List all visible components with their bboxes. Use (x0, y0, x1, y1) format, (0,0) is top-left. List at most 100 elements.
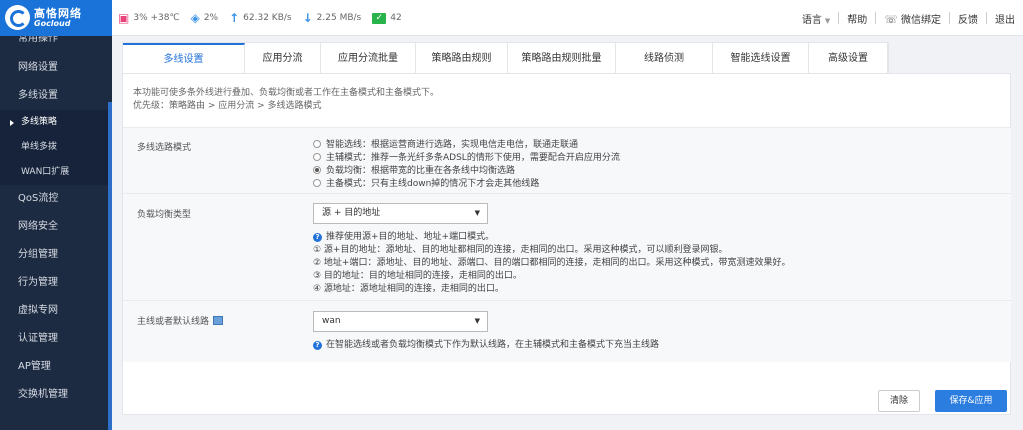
sidebar-item-multiline[interactable]: 多线设置 (0, 82, 112, 110)
sidebar-item-network[interactable]: 网络设置 (0, 54, 112, 82)
default-line-help-line: ? 在智能选线或者负载均衡模式下作为默认线路，在主辅模式和主备模式下充当主线路 (313, 339, 659, 352)
balance-help-line: ② 地址+端口：源地址、目的地址、源端口、目的端口都相同的连接，走相同的出口。采… (313, 258, 791, 268)
default-line-help-text: 在智能选线或者负载均衡模式下作为默认线路，在主辅模式和主备模式下充当主线路 (326, 340, 660, 350)
sidebar-item-common[interactable]: 常用操作 (0, 36, 112, 54)
tab-bar: 多线设置 应用分流 应用分流批量 策略路由规则 策略路由规则批量 线路侦测 智能… (122, 42, 889, 74)
chevron-down-icon: ▼ (824, 16, 831, 25)
sidebar-item-security[interactable]: 网络安全 (0, 213, 112, 241)
balance-help-line: ④ 源地址：源地址相同的连接，走相同的出口。 (313, 284, 504, 294)
save-apply-button[interactable]: 保存&应用 (935, 390, 1007, 412)
cpu-value: 3% +38℃ (133, 13, 180, 23)
balance-type-value: 源 + 目的地址 (322, 208, 381, 218)
upload-stat: ↑ 62.32 KB/s (229, 12, 292, 24)
wechat-bind-link[interactable]: ☏ 微信绑定 (876, 11, 949, 26)
balance-type-label: 负载均衡类型 (137, 210, 192, 220)
default-line-label-wrap: 主线或者默认线路 (137, 314, 224, 327)
balance-help-line: 推荐使用源+目的地址、地址+端口模式。 (326, 232, 495, 242)
clear-button[interactable]: 清除 (878, 390, 920, 412)
select-arrow-icon: ▼ (474, 317, 480, 325)
memory-stat: ◈ 2% (191, 12, 219, 24)
top-bar: 高恪网络 Gocloud ▣ 3% +38℃ ◈ 2% ↑ 62.32 KB/s… (0, 0, 1023, 36)
gocloud-logo-icon (5, 5, 30, 30)
tab-app-split-batch[interactable]: 应用分流批量 (321, 43, 416, 74)
radio-button[interactable] (313, 178, 321, 187)
mode-option-label: 负载均衡：根据带宽的比重在各条线中均衡选路 (326, 166, 516, 176)
default-line-value: wan (322, 316, 341, 326)
download-arrow-icon: ↓ (302, 11, 313, 25)
select-arrow-icon: ▼ (474, 209, 480, 217)
default-line-select[interactable]: wan ▼ (313, 311, 488, 332)
sidebar-item-switch[interactable]: 交换机管理 (0, 381, 112, 409)
balance-help-line: ③ 目的地址：目的地址相同的连接，走相同的出口。 (313, 271, 522, 281)
radio-button-selected[interactable] (313, 165, 321, 174)
memory-icon: ◈ (190, 11, 200, 25)
top-nav: 语言 ▼ 帮助 ☏ 微信绑定 反馈 退出 (794, 0, 1023, 36)
row-background (123, 301, 1011, 362)
tab-line-detection[interactable]: 线路侦测 (616, 43, 713, 74)
default-line-label: 主线或者默认线路 (137, 317, 210, 327)
download-stat: ↓ 2.25 MB/s (303, 12, 362, 24)
mode-option-primary-backup[interactable]: 主备模式：只有主线down掉的情况下才会走其他线路 (313, 176, 620, 189)
cpu-stat: ▣ 3% +38℃ (118, 12, 180, 24)
radio-button[interactable] (313, 152, 321, 161)
sidebar: 常用操作 网络设置 多线设置 多线策略 单线多拨 WAN口扩展 QoS流控 网络… (0, 36, 112, 430)
sidebar-subitem-multiline-policy[interactable]: 多线策略 (0, 110, 112, 135)
sidebar-subitem-single-multi-dial[interactable]: 单线多拨 (0, 135, 112, 160)
wechat-icon: ☏ (884, 12, 898, 26)
upload-arrow-icon: ↑ (229, 11, 240, 25)
intro-line-1: 本功能可使多条外线进行叠加、负载均衡或者工作在主备模式和主备模式下。 (133, 88, 440, 98)
help-link[interactable]: 帮助 (839, 11, 875, 26)
tab-smart-selection[interactable]: 智能选线设置 (713, 43, 809, 74)
mode-option-smart[interactable]: 智能选线：根据运营商进行选路，实现电信走电信，联通走联通 (313, 137, 620, 150)
radio-button[interactable] (313, 139, 321, 148)
tab-policy-routing[interactable]: 策略路由规则 (416, 43, 508, 74)
form-area: 多线选路模式 智能选线：根据运营商进行选路，实现电信走电信，联通走联通 主辅模式… (123, 127, 1011, 417)
sidebar-item-qos[interactable]: QoS流控 (0, 185, 112, 213)
sidebar-item-auth[interactable]: 认证管理 (0, 325, 112, 353)
sidebar-subitem-wan-expand[interactable]: WAN口扩展 (0, 160, 112, 185)
mode-option-label: 主辅模式：推荐一条光纤多条ADSL的情形下使用，需要配合开启应用分流 (326, 153, 620, 163)
sidebar-item-groups[interactable]: 分组管理 (0, 241, 112, 269)
cpu-icon: ▣ (118, 11, 130, 25)
mode-option-label: 智能选线：根据运营商进行选路，实现电信走电信，联通走联通 (326, 140, 579, 150)
info-icon[interactable] (213, 316, 224, 325)
balance-type-select[interactable]: 源 + 目的地址 ▼ (313, 203, 488, 224)
mode-radio-group: 智能选线：根据运营商进行选路，实现电信走电信，联通走联通 主辅模式：推荐一条光纤… (313, 137, 620, 189)
tab-policy-routing-batch[interactable]: 策略路由规则批量 (508, 43, 616, 74)
balance-help: ? 推荐使用源+目的地址、地址+端口模式。 ① 源+目的地址：源地址、目的地址都… (313, 231, 790, 296)
sidebar-item-vpn[interactable]: 虚拟专网 (0, 297, 112, 325)
upload-value: 62.32 KB/s (243, 13, 292, 23)
tab-advanced[interactable]: 高级设置 (809, 43, 888, 74)
intro-line-2: 优先级：策略路由 > 应用分流 > 多线选路模式 (133, 101, 322, 111)
language-menu[interactable]: 语言 ▼ (794, 11, 838, 26)
mode-option-label: 主备模式：只有主线down掉的情况下才会走其他线路 (326, 179, 540, 189)
memory-value: 2% (203, 13, 219, 23)
status-bar: ▣ 3% +38℃ ◈ 2% ↑ 62.32 KB/s ↓ 2.25 MB/s … (118, 0, 413, 36)
mode-row: 多线选路模式 智能选线：根据运营商进行选路，实现电信走电信，联通走联通 主辅模式… (123, 127, 1011, 193)
sidebar-scrollbar[interactable] (108, 102, 112, 430)
logo[interactable]: 高恪网络 Gocloud (0, 0, 112, 36)
connections-icon: ✓ (372, 12, 387, 24)
tab-multiline-settings[interactable]: 多线设置 (123, 43, 245, 74)
sidebar-item-ap[interactable]: AP管理 (0, 353, 112, 381)
default-line-help: ? 在智能选线或者负载均衡模式下作为默认线路，在主辅模式和主备模式下充当主线路 (313, 339, 659, 352)
download-value: 2.25 MB/s (316, 13, 362, 23)
feedback-link[interactable]: 反馈 (950, 11, 986, 26)
intro-text: 本功能可使多条外线进行叠加、负载均衡或者工作在主备模式和主备模式下。 优先级：策… (133, 87, 439, 113)
balance-row: 负载均衡类型 源 + 目的地址 ▼ ? 推荐使用源+目的地址、地址+端口模式。 … (123, 193, 1011, 300)
mode-label: 多线选路模式 (137, 143, 192, 153)
logout-link[interactable]: 退出 (987, 11, 1023, 26)
help-question-icon: ? (313, 233, 322, 242)
default-line-row: 主线或者默认线路 wan ▼ ? 在智能选线或者负载均衡模式下作为默认线路，在主… (123, 300, 1011, 362)
connections-value: 42 (390, 13, 402, 23)
settings-panel: 本功能可使多条外线进行叠加、负载均衡或者工作在主备模式和主备模式下。 优先级：策… (122, 73, 1011, 415)
connections-stat: ✓ 42 (372, 12, 402, 24)
mode-option-primary-aux[interactable]: 主辅模式：推荐一条光纤多条ADSL的情形下使用，需要配合开启应用分流 (313, 150, 620, 163)
mode-option-load-balance[interactable]: 负载均衡：根据带宽的比重在各条线中均衡选路 (313, 163, 620, 176)
balance-help-tip: ? 推荐使用源+目的地址、地址+端口模式。 (313, 231, 790, 244)
wechat-bind-label: 微信绑定 (901, 14, 941, 26)
balance-help-line: ① 源+目的地址：源地址、目的地址都相同的连接，走相同的出口。采用这种模式，可以… (313, 245, 728, 255)
tab-app-split[interactable]: 应用分流 (245, 43, 321, 74)
main-content: 多线设置 应用分流 应用分流批量 策略路由规则 策略路由规则批量 线路侦测 智能… (118, 42, 1023, 430)
sidebar-item-behavior[interactable]: 行为管理 (0, 269, 112, 297)
